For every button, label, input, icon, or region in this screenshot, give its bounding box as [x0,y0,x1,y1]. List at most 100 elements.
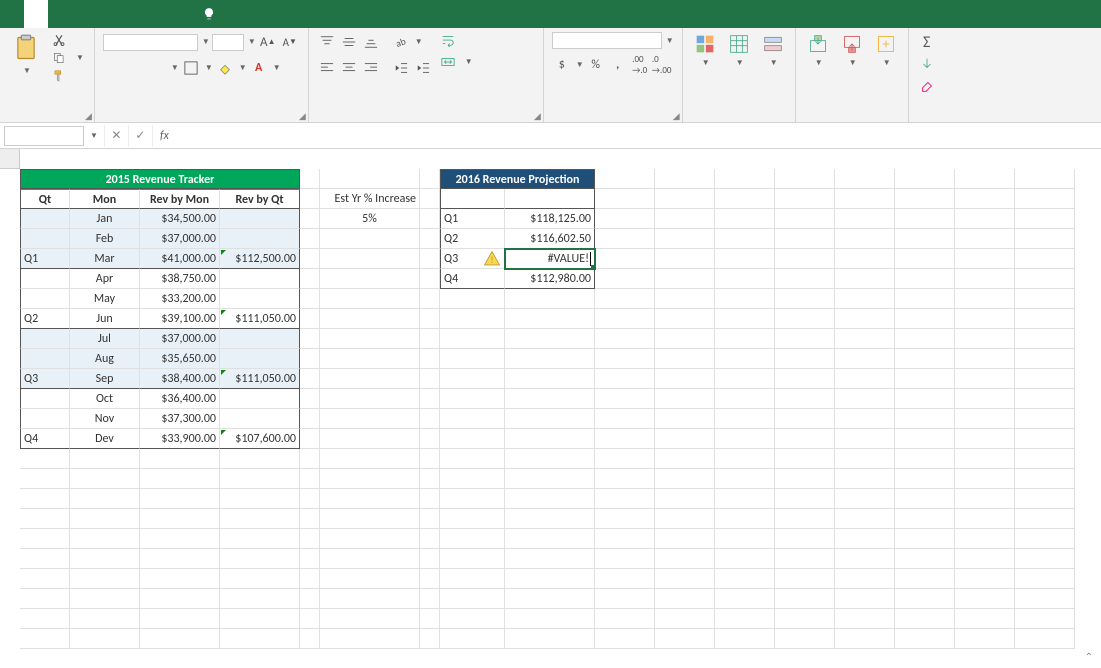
cell[interactable] [595,449,655,469]
error-indicator-icon[interactable]: ! [483,250,501,268]
cell[interactable] [895,549,955,569]
cell[interactable] [1015,629,1075,649]
cell[interactable] [440,189,505,209]
cell[interactable] [320,469,420,489]
copy-button[interactable]: ▼ [50,50,86,66]
cell[interactable] [140,509,220,529]
cell[interactable] [775,169,835,189]
enter-formula-icon[interactable]: ✓ [128,125,152,147]
cell[interactable] [775,369,835,389]
cell[interactable] [895,409,955,429]
cell[interactable] [505,409,595,429]
cell[interactable] [955,629,1015,649]
cell[interactable] [655,589,715,609]
cell[interactable] [505,289,595,309]
cell[interactable] [775,489,835,509]
cell[interactable] [655,629,715,649]
cell[interactable] [775,409,835,429]
cell[interactable] [300,289,320,309]
cell[interactable] [715,369,775,389]
cell[interactable] [775,389,835,409]
cell[interactable] [420,209,440,229]
cell[interactable] [420,469,440,489]
cell[interactable] [955,309,1015,329]
cell[interactable] [775,249,835,269]
cell[interactable] [505,309,595,329]
font-name-select[interactable] [103,34,198,51]
cell[interactable]: Nov [70,409,140,429]
cell[interactable] [595,589,655,609]
border-button[interactable] [181,58,201,78]
merge-center-button[interactable]: ▼ [439,54,475,70]
cell[interactable] [595,189,655,209]
cell[interactable] [320,449,420,469]
cell[interactable] [220,489,300,509]
cell[interactable] [955,609,1015,629]
cell[interactable] [1015,189,1075,209]
cell[interactable] [300,469,320,489]
cell[interactable] [420,289,440,309]
cell[interactable] [420,369,440,389]
cell[interactable] [220,209,300,229]
cell[interactable]: Q2 [440,229,505,249]
cell[interactable] [955,469,1015,489]
formula-input[interactable] [176,127,1101,145]
cell[interactable] [420,629,440,649]
cell[interactable] [715,409,775,429]
cell[interactable] [655,249,715,269]
cell[interactable] [320,249,420,269]
cell[interactable] [440,469,505,489]
cell[interactable] [220,329,300,349]
cell[interactable] [835,589,895,609]
cell[interactable] [420,269,440,289]
cell[interactable] [320,589,420,609]
cell[interactable] [955,409,1015,429]
cell[interactable] [420,489,440,509]
cell[interactable]: Q2 [20,309,70,329]
tab-file[interactable] [0,0,24,28]
cell[interactable] [595,569,655,589]
cell[interactable] [895,369,955,389]
cell[interactable] [420,249,440,269]
dialog-launcher[interactable]: ◢ [534,111,541,122]
cell[interactable]: Feb [70,229,140,249]
cell[interactable]: $39,100.00 [140,309,220,329]
cell[interactable] [300,229,320,249]
cell[interactable] [715,429,775,449]
cell[interactable] [320,289,420,309]
fill-color-button[interactable] [215,58,235,78]
clear-icon[interactable] [917,76,937,96]
cell[interactable] [835,529,895,549]
cell[interactable] [300,369,320,389]
cell[interactable] [300,609,320,629]
cell[interactable] [420,189,440,209]
cell[interactable] [955,509,1015,529]
cell[interactable]: Sep [70,369,140,389]
wrap-text-button[interactable] [439,32,475,48]
cell[interactable] [595,309,655,329]
cell[interactable]: Q1 [20,249,70,269]
cell[interactable] [715,269,775,289]
cell[interactable] [595,209,655,229]
cell[interactable]: $37,000.00 [140,229,220,249]
cell[interactable]: May [70,289,140,309]
cell[interactable] [835,489,895,509]
decrease-indent-icon[interactable] [391,58,411,78]
cell[interactable] [70,529,140,549]
cell[interactable] [300,309,320,329]
cell[interactable]: 5% [320,209,420,229]
cell[interactable] [420,309,440,329]
cell[interactable] [20,209,70,229]
cell[interactable] [775,329,835,349]
cell[interactable] [835,429,895,449]
cell[interactable] [70,569,140,589]
cell[interactable] [595,329,655,349]
cell[interactable] [955,449,1015,469]
cell[interactable]: $38,750.00 [140,269,220,289]
cell[interactable] [895,269,955,289]
cell[interactable] [20,509,70,529]
cell[interactable] [300,189,320,209]
cell[interactable] [895,249,955,269]
cell[interactable]: Mar [70,249,140,269]
select-all-button[interactable] [0,149,20,169]
